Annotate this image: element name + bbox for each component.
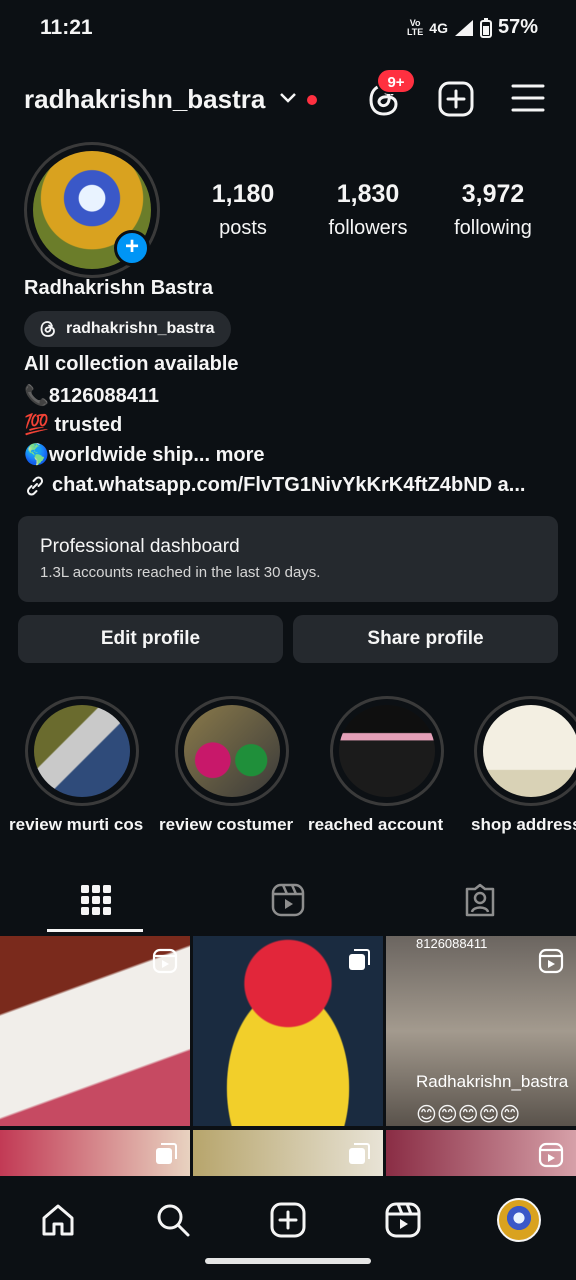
story-highlight[interactable] xyxy=(25,696,139,806)
followers-stat[interactable]: 1,830 followers xyxy=(303,180,433,240)
reel-badge-icon xyxy=(538,948,564,974)
post-tile[interactable] xyxy=(0,936,190,1126)
tile-caption: Radhakrishn_bastra xyxy=(416,1072,569,1091)
professional-dashboard[interactable]: Professional dashboard 1.3L accounts rea… xyxy=(18,516,558,602)
home-icon xyxy=(42,1204,74,1236)
highlight-cover xyxy=(184,705,280,797)
tile-watermark: 8126088411 xyxy=(416,936,488,951)
nav-profile[interactable] xyxy=(491,1192,547,1248)
battery-percent: 57% xyxy=(497,16,538,38)
nav-reels[interactable] xyxy=(375,1192,431,1248)
threads-link[interactable]: radhakrishn_bastra xyxy=(24,311,231,347)
post-tile[interactable] xyxy=(193,1130,383,1176)
profile-avatar-small xyxy=(497,1198,541,1242)
link-icon xyxy=(26,476,44,496)
posts-count: 1,180 xyxy=(211,180,275,208)
highlight-cover xyxy=(483,705,576,797)
menu-icon[interactable] xyxy=(510,80,546,116)
bio-link-text: chat.whatsapp.com/FlvTG1NivYkKrK4ftZ4bND… xyxy=(52,474,526,497)
battery-icon xyxy=(479,17,492,38)
followers-count: 1,830 xyxy=(336,180,400,208)
add-story-button[interactable]: + xyxy=(114,230,150,266)
story-highlight[interactable] xyxy=(175,696,289,806)
posts-stat[interactable]: 1,180 posts xyxy=(178,180,308,240)
edit-profile-button[interactable]: Edit profile xyxy=(18,615,283,663)
dashboard-title: Professional dashboard xyxy=(40,536,240,557)
bio-line: 📞8126088411 xyxy=(24,384,160,407)
following-label: following xyxy=(454,217,532,239)
bio-line: All collection available xyxy=(24,353,239,375)
followers-label: followers xyxy=(328,217,408,239)
post-tile[interactable] xyxy=(386,1130,576,1176)
bottom-nav xyxy=(0,1176,576,1280)
signal-icon xyxy=(454,19,473,36)
grid-icon xyxy=(81,885,111,915)
nav-home[interactable] xyxy=(30,1192,86,1248)
following-count: 3,972 xyxy=(461,180,525,208)
post-tile[interactable] xyxy=(0,1130,190,1176)
reels-icon xyxy=(385,1202,421,1238)
search-icon xyxy=(157,1204,190,1237)
bio-line-with-more: 🌎worldwide ship... more xyxy=(24,442,554,472)
home-indicator[interactable] xyxy=(205,1258,371,1264)
nav-create[interactable] xyxy=(260,1192,316,1248)
highlight-label: review costumer xyxy=(159,815,294,834)
reels-icon xyxy=(271,883,305,917)
dashboard-subtitle: 1.3L accounts reached in the last 30 day… xyxy=(40,564,321,581)
display-name: Radhakrishn Bastra xyxy=(24,277,213,299)
highlight-label: review murti cos xyxy=(9,815,144,834)
username-switcher[interactable]: radhakrishn_bastra xyxy=(24,84,265,115)
profile-header: radhakrishn_bastra 9+ xyxy=(0,68,576,126)
bio: All collection available 📞8126088411 💯 t… xyxy=(24,353,554,501)
nav-search[interactable] xyxy=(145,1192,201,1248)
highlight-label: shop address xyxy=(471,815,576,834)
following-stat[interactable]: 3,972 following xyxy=(428,180,558,240)
highlight-cover xyxy=(339,705,435,797)
create-icon xyxy=(270,1202,306,1238)
status-bar: 11:21 Vo LTE 4G 57% xyxy=(0,0,576,58)
posts-label: posts xyxy=(219,217,267,239)
bio-line: 💯 trusted xyxy=(24,414,123,436)
threads-handle: radhakrishn_bastra xyxy=(66,320,215,337)
status-indicators: Vo LTE 4G 57% xyxy=(407,16,538,39)
post-tile[interactable]: 8126088411 Radhakrishn_bastra 😊😊😊😊😊 xyxy=(386,936,576,1126)
bio-more-link[interactable]: more xyxy=(216,444,265,466)
carousel-icon xyxy=(349,949,370,970)
tab-tagged[interactable] xyxy=(384,868,576,932)
notifications-badge: 9+ xyxy=(376,68,416,94)
bio-line: 🌎worldwide ship... xyxy=(24,443,211,466)
active-tab-indicator xyxy=(47,929,143,932)
carousel-icon xyxy=(156,1143,177,1164)
posts-grid: 8126088411 Radhakrishn_bastra 😊😊😊😊😊 xyxy=(0,936,576,1176)
highlight-cover xyxy=(34,705,130,797)
volte-icon: Vo LTE xyxy=(406,17,424,37)
create-post-icon[interactable] xyxy=(437,80,475,118)
tile-emojis: 😊😊😊😊😊 xyxy=(416,1104,521,1126)
story-highlight[interactable] xyxy=(474,696,576,806)
tab-reels[interactable] xyxy=(192,868,384,932)
tagged-icon xyxy=(465,883,495,917)
story-highlight[interactable] xyxy=(330,696,444,806)
chevron-down-icon[interactable] xyxy=(278,90,298,106)
highlight-label: reached account xyxy=(308,815,444,834)
unread-dot xyxy=(307,95,317,105)
reel-badge-icon xyxy=(538,1142,564,1168)
network-type: 4G xyxy=(429,19,448,36)
tab-posts-grid[interactable] xyxy=(0,868,192,932)
carousel-icon xyxy=(349,1143,370,1164)
post-tile[interactable] xyxy=(193,936,383,1126)
threads-small-icon xyxy=(40,321,55,337)
status-time: 11:21 xyxy=(40,16,93,39)
profile-tabs xyxy=(0,868,576,932)
share-profile-button[interactable]: Share profile xyxy=(293,615,558,663)
bio-link[interactable]: chat.whatsapp.com/FlvTG1NivYkKrK4ftZ4bND… xyxy=(24,471,554,501)
reel-badge-icon xyxy=(152,948,178,974)
